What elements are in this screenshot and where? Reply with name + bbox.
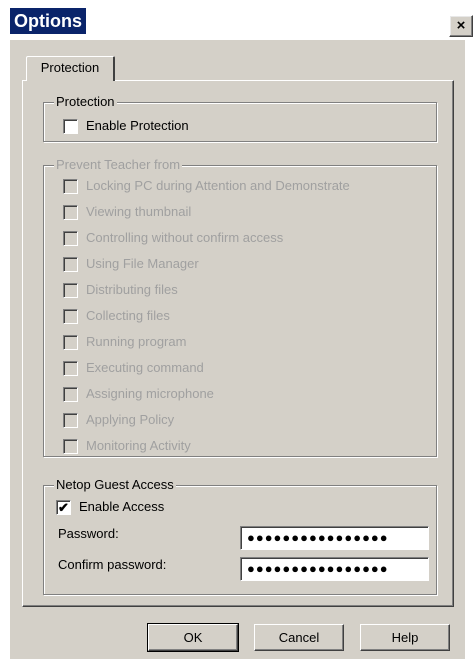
prevent-microphone-checkbox[interactable] <box>63 387 78 402</box>
protection-group: Protection Enable Protection <box>43 94 437 142</box>
prevent-controlling-label: Controlling without confirm access <box>86 230 284 245</box>
tab-label: Protection <box>40 60 100 75</box>
prevent-monitoring-label: Monitoring Activity <box>86 438 191 453</box>
enable-access-label: Enable Access <box>79 499 165 514</box>
prevent-locking-checkbox[interactable] <box>63 179 78 194</box>
window-title: Options <box>10 8 86 34</box>
password-input[interactable]: ●●●●●●●●●●●●●●●● <box>240 526 429 550</box>
confirm-password-input[interactable]: ●●●●●●●●●●●●●●●● <box>240 557 429 581</box>
prevent-file-manager-label: Using File Manager <box>86 256 199 271</box>
ok-button[interactable]: OK <box>147 623 239 652</box>
prevent-running-label: Running program <box>86 334 187 349</box>
prevent-collecting-label: Collecting files <box>86 308 170 323</box>
prevent-microphone-label: Assigning microphone <box>86 386 214 401</box>
enable-access-checkbox[interactable]: ✔ <box>56 500 71 515</box>
cancel-button[interactable]: Cancel <box>254 624 344 651</box>
title-bar: Options × <box>0 0 475 40</box>
prevent-distributing-checkbox[interactable] <box>63 283 78 298</box>
enable-protection-checkbox[interactable] <box>63 119 78 134</box>
prevent-executing-checkbox[interactable] <box>63 361 78 376</box>
prevent-policy-label: Applying Policy <box>86 412 175 427</box>
password-label: Password: <box>58 526 119 541</box>
close-button[interactable]: × <box>449 15 473 37</box>
enable-protection-label: Enable Protection <box>86 118 189 133</box>
prevent-executing-label: Executing command <box>86 360 204 375</box>
prevent-controlling-checkbox[interactable] <box>63 231 78 246</box>
prevent-collecting-checkbox[interactable] <box>63 309 78 324</box>
checkmark-icon: ✔ <box>58 500 69 515</box>
prevent-distributing-label: Distributing files <box>86 282 178 297</box>
close-icon: × <box>456 17 466 34</box>
help-button[interactable]: Help <box>360 624 450 651</box>
prevent-locking-label: Locking PC during Attention and Demonstr… <box>86 178 350 193</box>
confirm-password-label: Confirm password: <box>58 557 167 572</box>
prevent-running-checkbox[interactable] <box>63 335 78 350</box>
prevent-thumbnail-label: Viewing thumbnail <box>86 204 192 219</box>
prevent-thumbnail-checkbox[interactable] <box>63 205 78 220</box>
prevent-teacher-group: Prevent Teacher from Locking PC during A… <box>43 157 437 457</box>
guest-access-group: Netop Guest Access ✔ Enable Access Passw… <box>43 477 437 595</box>
prevent-policy-checkbox[interactable] <box>63 413 78 428</box>
tab-page: Protection Enable Protection Prevent Tea… <box>22 80 454 607</box>
prevent-file-manager-checkbox[interactable] <box>63 257 78 272</box>
protection-legend: Protection <box>54 94 117 110</box>
prevent-teacher-legend: Prevent Teacher from <box>54 157 183 173</box>
prevent-monitoring-checkbox[interactable] <box>63 439 78 454</box>
guest-access-legend: Netop Guest Access <box>54 477 176 493</box>
tab-protection[interactable]: Protection <box>26 56 115 81</box>
